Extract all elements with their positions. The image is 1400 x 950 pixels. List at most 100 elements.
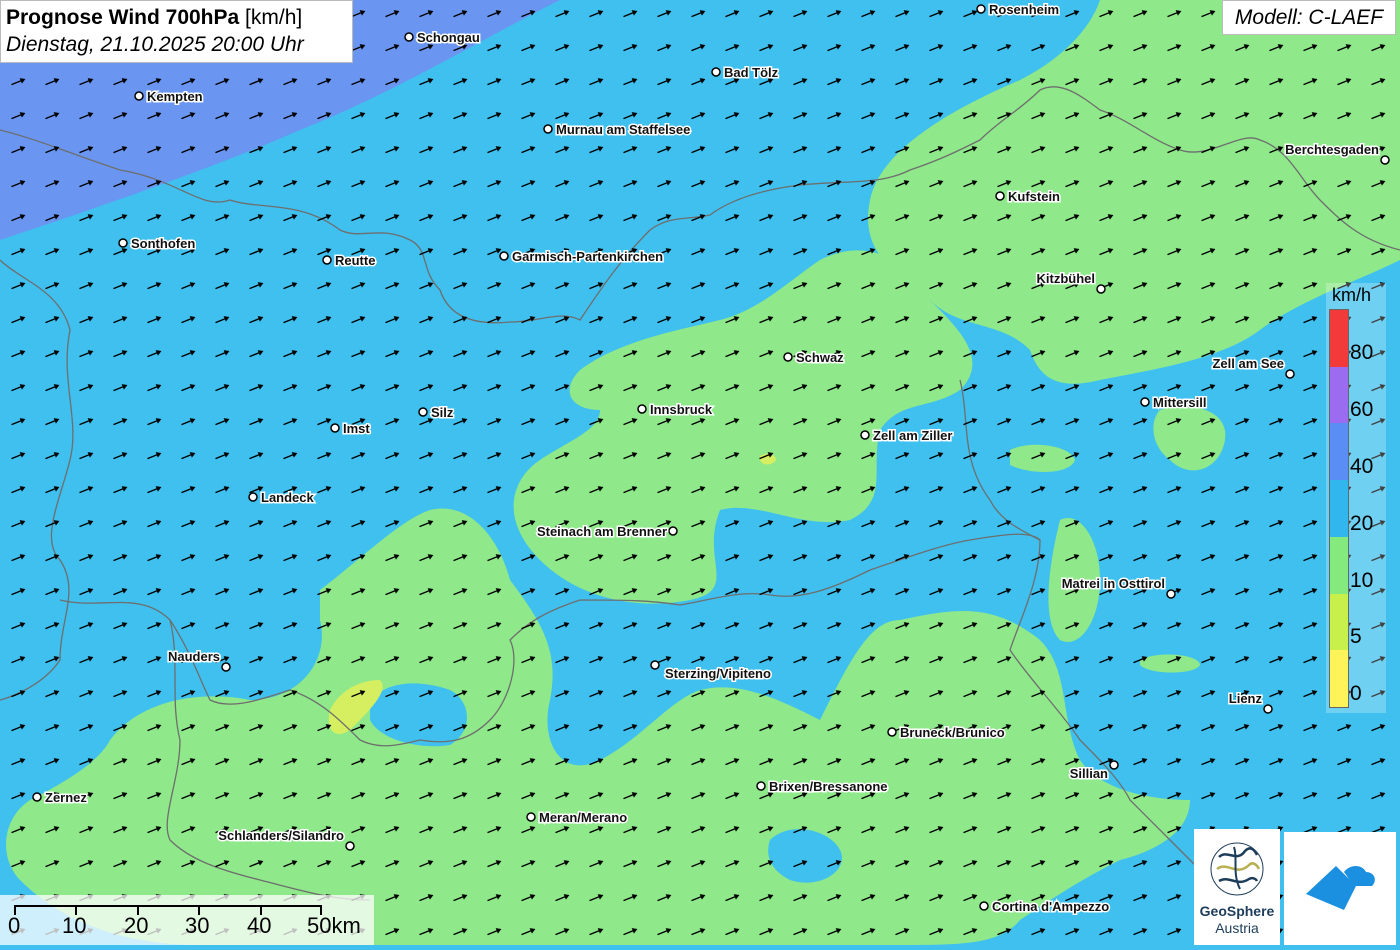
- city-dot[interactable]: [1140, 397, 1150, 407]
- legend-label: 60: [1350, 398, 1374, 421]
- city-dot[interactable]: [330, 423, 340, 433]
- city-label: Schwaz: [796, 350, 844, 365]
- city-dot[interactable]: [995, 191, 1005, 201]
- city-marker[interactable]: Cortina d'Ampezzo: [979, 898, 1111, 916]
- map-title-box: Prognose Wind 700hPa [km/h] Dienstag, 21…: [0, 0, 353, 63]
- legend-swatch: [1330, 650, 1348, 707]
- city-marker[interactable]: Schongau: [404, 29, 481, 47]
- city-marker[interactable]: Innsbruck: [637, 401, 714, 419]
- scale-label: 30: [185, 913, 210, 938]
- city-dot[interactable]: [1263, 704, 1273, 714]
- city-dot[interactable]: [322, 255, 332, 265]
- city-dot[interactable]: [756, 781, 766, 791]
- city-dot[interactable]: [650, 660, 660, 670]
- city-dot[interactable]: [1285, 369, 1295, 379]
- geosphere-logo[interactable]: GeoSphere Austria: [1194, 829, 1280, 945]
- legend-label: 5: [1350, 625, 1362, 648]
- city-dot[interactable]: [887, 727, 897, 737]
- city-label: Matrei in Osttirol: [1062, 576, 1165, 591]
- city-dot[interactable]: [118, 238, 128, 248]
- city-dot[interactable]: [860, 430, 870, 440]
- city-label: Bruneck/Brunico: [900, 725, 1005, 740]
- city-marker[interactable]: Murnau am Staffelsee: [543, 121, 692, 139]
- city-label: Cortina d'Ampezzo: [992, 899, 1109, 914]
- city-dot[interactable]: [134, 91, 144, 101]
- city-label: Landeck: [261, 490, 315, 505]
- city-marker[interactable]: Brixen/Bressanone: [756, 778, 889, 796]
- legend-label: 10: [1350, 569, 1374, 592]
- city-label: Sonthofen: [131, 236, 195, 251]
- legend-label: 20: [1350, 512, 1374, 535]
- city-dot[interactable]: [404, 32, 414, 42]
- scale-label: 50km: [307, 913, 361, 938]
- city-label: Sillian: [1070, 766, 1108, 781]
- city-dot[interactable]: [711, 67, 721, 77]
- city-label: Kitzbühel: [1037, 271, 1096, 286]
- legend-swatch: [1330, 310, 1348, 367]
- city-marker[interactable]: Meran/Merano: [526, 809, 629, 827]
- scale-label: 10: [62, 913, 87, 938]
- city-label: Innsbruck: [650, 402, 713, 417]
- legend-label: 0: [1350, 682, 1362, 705]
- legend-swatch: [1330, 366, 1348, 424]
- legend-label: 40: [1350, 455, 1374, 478]
- city-marker[interactable]: Steinach am Brenner: [535, 523, 678, 541]
- city-marker[interactable]: Bruneck/Brunico: [887, 724, 1006, 742]
- scale-bar: 0 10 20 30 40 50km: [0, 895, 374, 945]
- city-label: Zell am See: [1212, 356, 1284, 371]
- weather-service-logo[interactable]: [1284, 832, 1396, 945]
- city-label: Berchtesgaden: [1285, 142, 1379, 157]
- city-dot[interactable]: [345, 841, 355, 851]
- city-label: Nauders: [168, 649, 220, 664]
- scale-line: [14, 905, 321, 907]
- city-dot[interactable]: [1380, 155, 1390, 165]
- city-marker[interactable]: Garmisch-Partenkirchen: [499, 248, 665, 266]
- city-dot[interactable]: [248, 492, 258, 502]
- city-label: Lienz: [1229, 691, 1263, 706]
- city-dot[interactable]: [526, 812, 536, 822]
- city-label: Meran/Merano: [539, 810, 627, 825]
- city-label: Silz: [431, 405, 454, 420]
- city-label: Garmisch-Partenkirchen: [512, 249, 663, 264]
- city-dot[interactable]: [543, 124, 553, 134]
- forecast-datetime: Dienstag, 21.10.2025 20:00 Uhr: [6, 33, 304, 56]
- city-label: Brixen/Bressanone: [769, 779, 888, 794]
- city-dot[interactable]: [976, 4, 986, 14]
- city-dot[interactable]: [783, 352, 793, 362]
- city-marker[interactable]: Zell am Ziller: [860, 427, 954, 445]
- wind-map[interactable]: Rosenheim Schongau Bad Tölz Kempten Murnau a…: [0, 0, 1400, 945]
- city-marker[interactable]: Sonthofen: [118, 235, 197, 253]
- city-label: Schongau: [417, 30, 480, 45]
- city-label: Zell am Ziller: [873, 428, 952, 443]
- legend-swatch: [1330, 593, 1348, 651]
- legend-swatch: [1330, 423, 1348, 481]
- geosphere-logo-subtext: Austria: [1215, 920, 1259, 936]
- city-dot[interactable]: [221, 662, 231, 672]
- city-dot[interactable]: [668, 526, 678, 536]
- legend-swatch: [1330, 480, 1348, 537]
- city-label: Schlanders/Silandro: [218, 828, 344, 843]
- city-label: Mittersill: [1153, 395, 1206, 410]
- city-marker[interactable]: Rosenheim: [976, 1, 1061, 19]
- legend-label: 80: [1350, 341, 1374, 364]
- map-title-unit: [km/h]: [245, 6, 303, 29]
- city-dot[interactable]: [1166, 589, 1176, 599]
- city-label: Bad Tölz: [724, 65, 779, 80]
- city-label: Murnau am Staffelsee: [556, 122, 690, 137]
- city-label: Reutte: [335, 253, 375, 268]
- city-dot[interactable]: [1109, 760, 1119, 770]
- city-label: Steinach am Brenner: [537, 524, 667, 539]
- city-dot[interactable]: [979, 901, 989, 911]
- city-dot[interactable]: [418, 407, 428, 417]
- city-dot[interactable]: [637, 404, 647, 414]
- city-dot[interactable]: [1096, 284, 1106, 294]
- legend-unit: km/h: [1332, 285, 1372, 305]
- geosphere-logo-text: GeoSphere: [1199, 903, 1275, 919]
- mountain-cloud-icon: [1306, 866, 1375, 910]
- color-legend: [1329, 309, 1349, 708]
- scale-label: 0: [8, 913, 21, 938]
- geosphere-emblem-icon: [1210, 842, 1264, 896]
- city-label: Zernez: [45, 790, 87, 805]
- city-dot[interactable]: [499, 251, 509, 261]
- city-dot[interactable]: [32, 792, 42, 802]
